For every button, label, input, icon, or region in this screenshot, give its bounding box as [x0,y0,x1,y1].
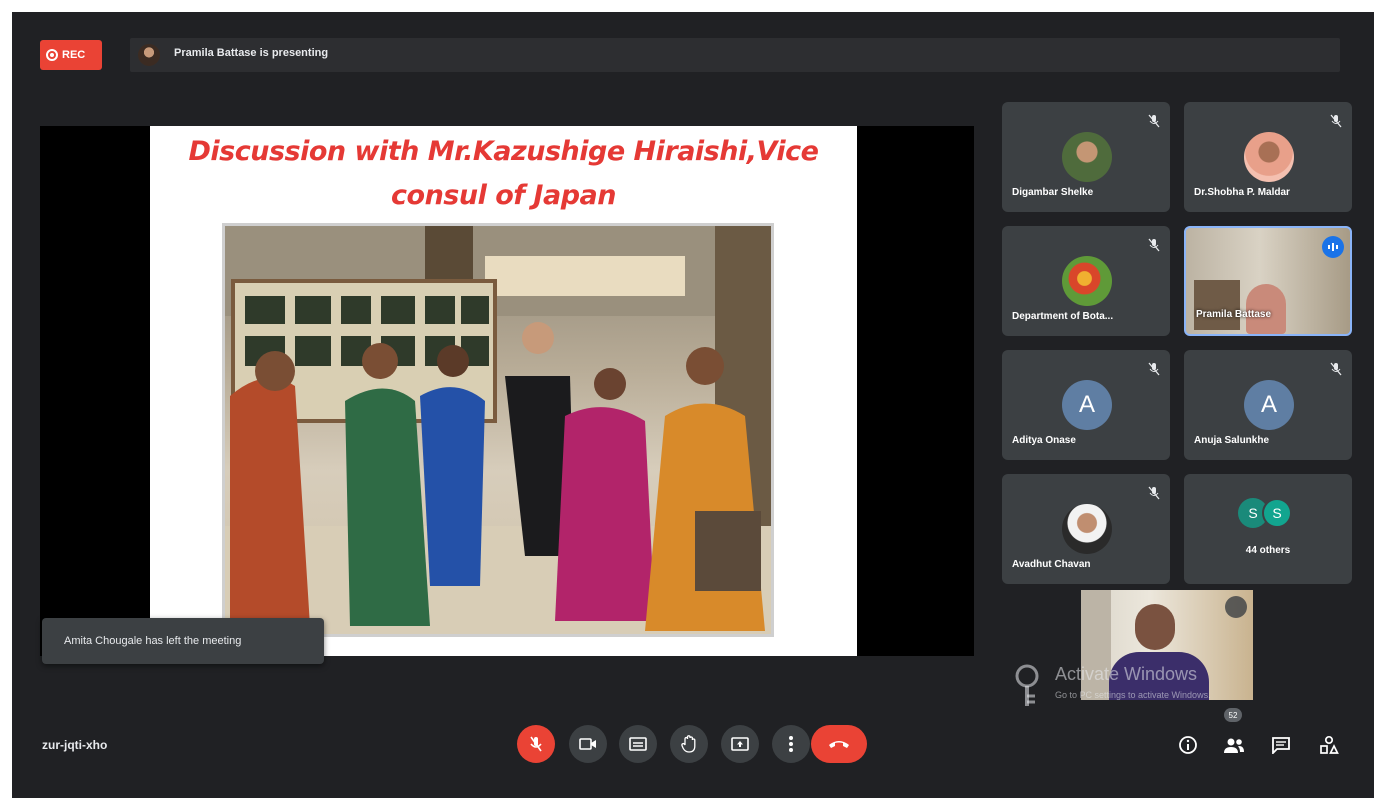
participant-name: Avadhut Chavan [1012,559,1091,570]
presenter-avatar [138,44,160,66]
raise-hand-button[interactable] [670,725,708,763]
speaking-indicator [1322,236,1344,258]
slide-title: Discussion with Mr.Kazushige Hiraishi,Vi… [150,130,857,218]
mic-off-icon [1148,362,1160,376]
avatar [1244,132,1294,182]
leave-call-button[interactable] [811,725,867,763]
others-count: 44 others [1245,545,1291,556]
mic-off-icon [530,736,542,752]
participant-name: Department of Bota... [1012,311,1114,322]
chat-button[interactable] [1269,733,1293,757]
key-icon [1015,664,1039,706]
present-icon [731,737,749,751]
participant-tile[interactable]: A Aditya Onase [1002,350,1170,460]
mic-off-icon [1225,596,1247,618]
people-count-badge: 52 [1224,708,1242,722]
activities-button[interactable] [1317,733,1341,757]
info-icon [1179,736,1197,754]
slide-title-line1: Discussion with Mr.Kazushige Hiraishi,Vi… [188,136,819,167]
participant-tile-speaking[interactable]: Pramila Battase [1184,226,1352,336]
presenting-text: Pramila Battase is presenting [174,47,329,59]
recording-indicator[interactable]: REC [40,40,102,70]
people-icon [1224,738,1244,753]
participant-tile[interactable]: Department of Bota... [1002,226,1170,336]
mic-toggle-button[interactable] [517,725,555,763]
avatar [1062,256,1112,306]
present-screen-button[interactable] [721,725,759,763]
presentation-slide: Discussion with Mr.Kazushige Hiraishi,Vi… [150,126,857,656]
mic-off-icon [1330,114,1342,128]
mic-off-icon [1330,362,1342,376]
chat-icon [1272,737,1290,754]
captions-button[interactable] [619,725,657,763]
more-vert-icon [789,736,793,752]
people-button[interactable] [1222,733,1246,757]
avatar [1062,504,1112,554]
group-photo-image [225,226,771,634]
slide-title-line2: consul of Japan [391,180,616,211]
participant-tile[interactable]: A Anuja Salunkhe [1184,350,1352,460]
slide-photo [222,223,774,637]
participant-name: Aditya Onase [1012,435,1076,446]
activate-windows-subtitle: Go to PC settings to activate Windows. [1055,690,1211,700]
hangup-icon [829,741,849,748]
left-meeting-toast: Amita Chougale has left the meeting [42,618,324,664]
recording-label: REC [62,49,86,61]
others-tile[interactable]: S S 44 others [1184,474,1352,584]
audio-wave-icon [1328,243,1338,251]
camera-toggle-button[interactable] [569,725,607,763]
participant-name: Dr.Shobha P. Maldar [1194,187,1290,198]
participant-tile[interactable]: Dr.Shobha P. Maldar [1184,102,1352,212]
mic-off-icon [1148,238,1160,252]
captions-icon [629,737,647,751]
participant-name: Pramila Battase [1196,309,1272,320]
avatar: A [1062,380,1112,430]
avatar: A [1244,380,1294,430]
participant-tile[interactable]: Avadhut Chavan [1002,474,1170,584]
activities-icon [1320,735,1339,754]
meeting-code: zur-jqti-xho [42,738,108,752]
camera-icon [579,738,596,750]
record-icon [46,49,58,61]
self-face [1135,604,1175,650]
avatar: S [1262,498,1292,528]
mic-off-icon [1148,486,1160,500]
participant-tile[interactable]: Digambar Shelke [1002,102,1170,212]
participant-name: Digambar Shelke [1012,187,1094,198]
activate-windows-title: Activate Windows [1055,664,1198,684]
avatar [1062,132,1112,182]
video-background [1194,280,1240,330]
meeting-details-button[interactable] [1176,733,1200,757]
participant-name: Anuja Salunkhe [1194,435,1270,446]
more-options-button[interactable] [772,725,810,763]
mic-off-icon [1148,114,1160,128]
hand-icon [681,735,696,753]
